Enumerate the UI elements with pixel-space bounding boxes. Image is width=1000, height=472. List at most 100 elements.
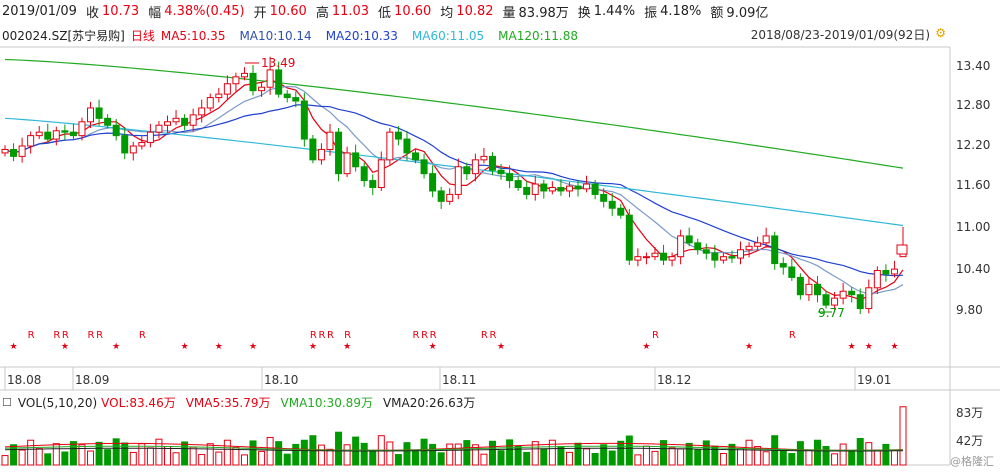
vma20-value: VMA20:26.63万 xyxy=(382,396,476,410)
candle-body xyxy=(283,93,291,99)
candle-body xyxy=(531,183,539,195)
star-marker[interactable]: ★ xyxy=(865,342,873,352)
candle-body xyxy=(873,270,881,289)
volume-bar xyxy=(813,439,821,466)
volume-bar xyxy=(488,440,496,466)
volume-bar xyxy=(386,441,394,466)
candle-body xyxy=(796,276,804,296)
volume-bar xyxy=(249,440,257,466)
r-marker[interactable]: R xyxy=(413,330,420,341)
candle-body xyxy=(728,256,736,259)
volume-bar xyxy=(779,448,787,466)
candle-body xyxy=(258,86,266,92)
volume-bar xyxy=(18,449,26,466)
candle-body xyxy=(779,263,787,268)
r-marker[interactable]: R xyxy=(62,330,69,341)
volume-bar xyxy=(360,442,368,466)
r-marker[interactable]: R xyxy=(28,330,35,341)
r-marker[interactable]: R xyxy=(421,330,428,341)
volume-bar xyxy=(1,455,9,466)
volume-bar xyxy=(591,452,599,466)
candle-body xyxy=(754,242,762,247)
star-marker[interactable]: ★ xyxy=(10,342,18,352)
r-marker[interactable]: R xyxy=(652,330,659,341)
candle-body xyxy=(181,117,189,126)
star-marker[interactable]: ★ xyxy=(429,342,437,352)
star-marker[interactable]: ★ xyxy=(309,342,317,352)
r-marker[interactable]: R xyxy=(318,330,325,341)
volume-bar xyxy=(181,441,189,466)
candle-body xyxy=(352,152,360,168)
star-marker[interactable]: ★ xyxy=(890,342,898,352)
r-marker[interactable]: R xyxy=(139,330,146,341)
candle-body xyxy=(856,294,864,310)
volume-bar xyxy=(523,451,531,466)
star-marker[interactable]: ★ xyxy=(497,342,505,352)
volume-bar xyxy=(685,442,693,466)
volume-bar xyxy=(420,438,428,466)
r-marker[interactable]: R xyxy=(327,330,334,341)
candle-body xyxy=(95,107,103,119)
r-marker[interactable]: R xyxy=(489,330,496,341)
candle-body xyxy=(266,69,274,88)
candle-body xyxy=(198,107,206,116)
r-marker[interactable]: R xyxy=(88,330,95,341)
time-tick: 18.09 xyxy=(75,373,110,387)
candle-body xyxy=(146,131,154,144)
volume-bar xyxy=(702,440,710,466)
candle-body xyxy=(300,100,308,140)
star-marker[interactable]: ★ xyxy=(181,342,189,352)
candle-body xyxy=(429,173,437,192)
volume-bar xyxy=(540,448,548,466)
candle-body xyxy=(865,287,873,310)
star-marker[interactable]: ★ xyxy=(343,342,351,352)
volume-bar xyxy=(300,439,308,466)
ma10-line xyxy=(4,85,904,295)
volume-bar xyxy=(240,454,248,466)
candle-body xyxy=(677,235,685,258)
r-marker[interactable]: R xyxy=(96,330,103,341)
r-marker[interactable]: R xyxy=(344,330,351,341)
volume-bar xyxy=(232,447,240,466)
candle-body xyxy=(18,145,26,157)
candle-body xyxy=(215,93,223,99)
price-tick: 10.40 xyxy=(956,262,991,276)
candle-body xyxy=(574,185,582,190)
candle-body xyxy=(78,121,86,137)
r-marker[interactable]: R xyxy=(789,330,796,341)
star-marker[interactable]: ★ xyxy=(642,342,650,352)
vma10-value: VMA10:30.89万 xyxy=(280,396,373,410)
star-marker[interactable]: ★ xyxy=(215,342,223,352)
candle-body xyxy=(10,148,18,157)
candle-body xyxy=(634,256,642,261)
r-marker[interactable]: R xyxy=(310,330,317,341)
volume-bar xyxy=(446,443,454,466)
candle-body xyxy=(377,159,385,188)
star-marker[interactable]: ★ xyxy=(61,342,69,352)
r-marker[interactable]: R xyxy=(430,330,437,341)
r-marker[interactable]: R xyxy=(53,330,60,341)
candle-body xyxy=(882,270,890,275)
volume-bar xyxy=(172,452,180,466)
r-marker[interactable]: R xyxy=(481,330,488,341)
candle-body xyxy=(506,173,514,182)
star-marker[interactable]: ★ xyxy=(848,342,856,352)
volume-bar xyxy=(831,453,839,466)
candle-body xyxy=(112,124,120,137)
candle-body xyxy=(600,193,608,202)
volume-bar xyxy=(317,444,325,466)
volume-bar xyxy=(796,441,804,466)
volume-bar xyxy=(283,453,291,466)
candle-body xyxy=(694,242,702,251)
star-marker[interactable]: ★ xyxy=(745,342,753,352)
candle-body xyxy=(369,180,377,188)
watermark: @格隆汇 xyxy=(950,455,994,468)
star-marker[interactable]: ★ xyxy=(112,342,120,352)
star-marker[interactable]: ★ xyxy=(249,342,257,352)
candle-body xyxy=(292,97,300,102)
collapse-icon[interactable]: ☐ xyxy=(2,396,12,409)
candle-body xyxy=(61,130,69,133)
candle-body xyxy=(386,131,394,161)
volume-indicator-label[interactable]: VOL(5,10,20) xyxy=(18,396,97,410)
candle-body xyxy=(711,252,719,261)
